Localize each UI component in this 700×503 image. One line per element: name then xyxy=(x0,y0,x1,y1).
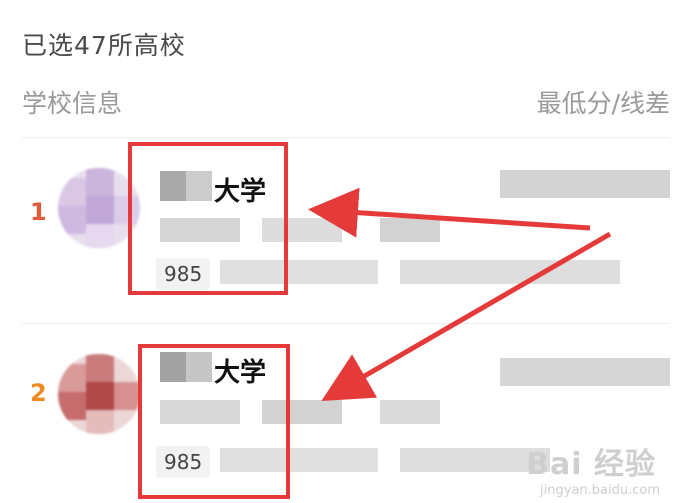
arrow-to-second-school xyxy=(321,231,612,402)
annotation-arrows xyxy=(308,187,612,402)
arrow-to-first-school xyxy=(308,187,591,238)
watermark-url: jingyan.baidu.com xyxy=(540,483,660,498)
baidu-jingyan-watermark: Bai 经验 xyxy=(526,447,656,482)
